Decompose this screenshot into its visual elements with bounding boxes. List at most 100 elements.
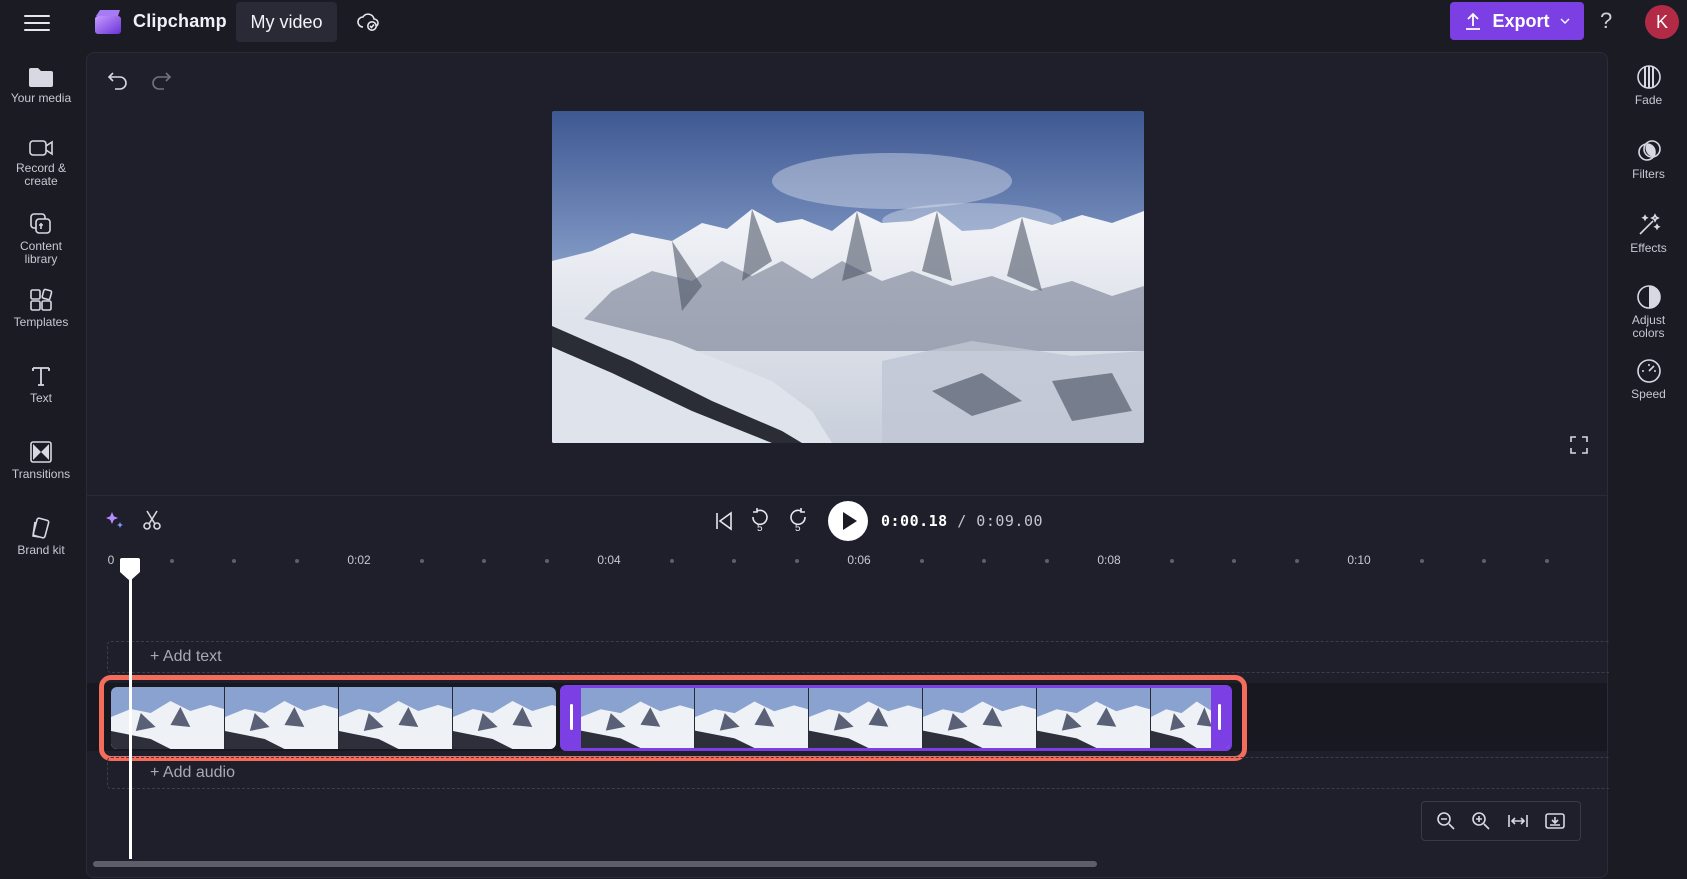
ruler-dot — [1295, 559, 1299, 563]
timeline-ruler[interactable]: 0 0:02 0:04 0:06 0:08 0:10 — [87, 553, 1607, 573]
transitions-icon — [30, 441, 52, 463]
library-icon — [30, 213, 51, 234]
ruler-dot — [1170, 559, 1174, 563]
property-item-adjust-colors[interactable]: Adjust colors — [1610, 284, 1687, 340]
fullscreen-icon[interactable] — [1569, 435, 1589, 455]
undo-icon[interactable] — [107, 69, 129, 91]
ruler-label: 0:08 — [1097, 553, 1121, 567]
clip-thumbnail — [695, 688, 809, 748]
zoom-toolbar — [1421, 801, 1581, 841]
timeline-scrollbar[interactable] — [93, 861, 1097, 867]
fit-to-width-icon[interactable] — [1507, 811, 1529, 831]
ruler-dot — [482, 559, 486, 563]
export-label: Export — [1492, 10, 1550, 31]
camera-icon — [29, 140, 53, 156]
ruler-dot — [1545, 559, 1549, 563]
filters-icon — [1637, 140, 1661, 161]
adjust-colors-icon — [1636, 285, 1661, 309]
upload-icon — [1466, 12, 1481, 30]
ruler-dot — [1482, 559, 1486, 563]
property-item-label: Fade — [1634, 93, 1663, 107]
text-icon — [32, 367, 50, 386]
sidebar-item-label: Record & create — [15, 161, 67, 188]
playhead-handle[interactable] — [119, 556, 141, 582]
sidebar-item-your-media[interactable]: Your media — [0, 66, 82, 105]
skip-to-start-icon[interactable] — [713, 510, 735, 532]
add-audio-track[interactable]: + Add audio — [107, 757, 1609, 789]
ruler-dot — [170, 559, 174, 563]
cloud-saved-icon[interactable] — [356, 10, 380, 34]
top-bar: Clipchamp My video Export ? K — [0, 0, 1687, 44]
help-icon[interactable]: ? — [1600, 8, 1618, 34]
property-item-label: Effects — [1630, 241, 1667, 255]
sidebar-item-label: Text — [29, 391, 52, 405]
trim-handle-left[interactable] — [563, 688, 581, 748]
property-item-speed[interactable]: Speed — [1610, 358, 1687, 401]
clip-thumbnail — [339, 687, 453, 749]
play-button[interactable] — [828, 501, 868, 541]
zoom-out-icon[interactable] — [1436, 811, 1456, 831]
sidebar-item-label: Your media — [10, 91, 72, 105]
redo-icon[interactable] — [150, 69, 172, 91]
clip-thumbnail — [809, 688, 923, 748]
ruler-dot — [545, 559, 549, 563]
forward-button[interactable]: 5 — [787, 508, 809, 534]
clip-thumbnails — [581, 688, 1229, 748]
ruler-dot — [1420, 559, 1424, 563]
ruler-dot — [732, 559, 736, 563]
sidebar-item-content-library[interactable]: Content library — [0, 212, 82, 266]
video-preview[interactable] — [552, 111, 1144, 443]
ruler-dot — [232, 559, 236, 563]
clip-thumbnail — [1037, 688, 1151, 748]
sidebar-item-templates[interactable]: Templates — [0, 288, 82, 329]
forward-seconds: 5 — [795, 523, 801, 534]
fade-icon — [1636, 65, 1661, 89]
add-audio-label: + Add audio — [150, 764, 235, 781]
ruler-dot — [982, 559, 986, 563]
ruler-label: 0:10 — [1347, 553, 1371, 567]
sparkle-icon[interactable] — [103, 509, 125, 531]
sidebar-item-text[interactable]: Text — [0, 364, 82, 405]
ruler-dot — [670, 559, 674, 563]
add-text-label: + Add text — [150, 648, 222, 665]
sidebar-item-brand-kit[interactable]: Brand kit — [0, 516, 82, 557]
sidebar-item-label: Templates — [13, 315, 69, 329]
scissors-icon[interactable] — [141, 509, 163, 531]
video-clip-selected[interactable] — [560, 685, 1232, 751]
clipchamp-logo — [95, 10, 121, 34]
project-title[interactable]: My video — [236, 2, 337, 42]
export-button[interactable]: Export — [1450, 2, 1584, 40]
sidebar-item-label: Transitions — [11, 467, 71, 481]
editor-panel: 5 5 0:00.18 / 0:09.00 0 0:02 0:04 0:06 0… — [86, 52, 1609, 878]
clip-thumbnail — [923, 688, 1037, 748]
clip-thumbnail — [453, 687, 556, 749]
property-item-label: Speed — [1631, 387, 1666, 401]
sidebar-item-transitions[interactable]: Transitions — [0, 440, 82, 481]
add-text-track[interactable]: + Add text — [107, 641, 1609, 673]
property-item-label: Adjust colors — [1631, 313, 1666, 340]
ruler-dot — [420, 559, 424, 563]
ruler-dot — [1045, 559, 1049, 563]
property-item-effects[interactable]: Effects — [1610, 212, 1687, 255]
speed-icon — [1636, 359, 1661, 383]
rewind-button[interactable]: 5 — [749, 508, 771, 534]
ruler-dot — [295, 559, 299, 563]
sidebar-item-label: Content library — [19, 239, 63, 266]
timeline-expand-icon[interactable] — [1544, 811, 1566, 831]
playhead[interactable] — [129, 573, 132, 859]
zoom-in-icon[interactable] — [1471, 811, 1491, 831]
sidebar-item-record-create[interactable]: Record & create — [0, 138, 82, 188]
clip-thumbnails — [111, 687, 556, 749]
avatar[interactable]: K — [1645, 5, 1679, 39]
menu-icon[interactable] — [24, 12, 50, 32]
trim-handle-right[interactable] — [1211, 688, 1229, 748]
video-clip[interactable] — [111, 687, 556, 749]
total-time: / 0:09.00 — [957, 512, 1044, 530]
clip-thumbnail — [581, 688, 695, 748]
property-item-filters[interactable]: Filters — [1610, 138, 1687, 181]
ruler-label: 0:04 — [597, 553, 621, 567]
ruler-label: 0:06 — [847, 553, 871, 567]
property-item-fade[interactable]: Fade — [1610, 64, 1687, 107]
ruler-label: 0 — [107, 553, 115, 567]
chevron-down-icon — [1560, 18, 1569, 24]
